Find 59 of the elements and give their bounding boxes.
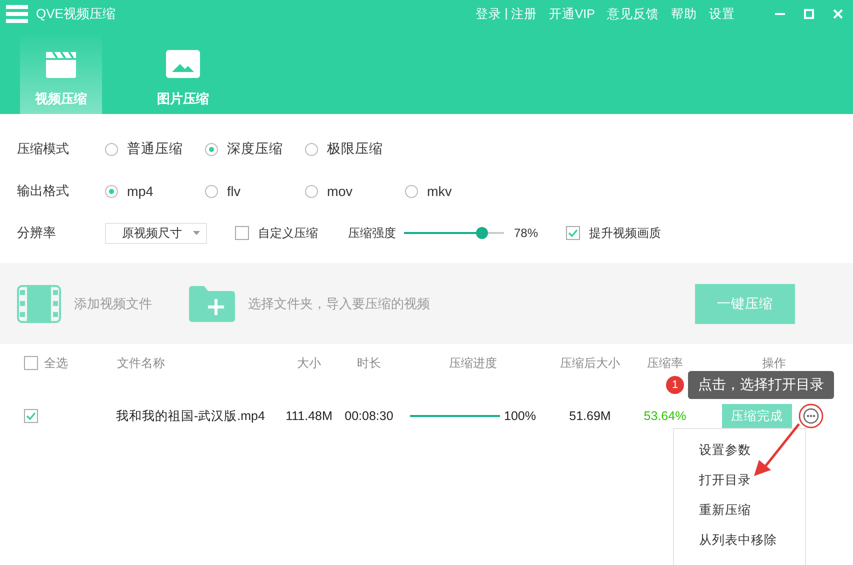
checkbox[interactable] — [24, 356, 38, 370]
radio-option[interactable]: mp4 — [105, 184, 205, 198]
column-header: 压缩后大小 — [560, 354, 620, 372]
column-header: 操作 — [762, 354, 786, 372]
menu-item[interactable]: 重新压缩 — [674, 495, 805, 525]
radio-button[interactable] — [405, 184, 418, 198]
radio-option[interactable]: 极限压缩 — [305, 140, 405, 158]
ratio-cell: 53.64% — [644, 409, 686, 423]
column-header: 压缩进度 — [449, 354, 497, 372]
column-header: 文件名称 — [116, 354, 165, 372]
radio-button[interactable] — [305, 184, 318, 198]
arrow-annotation — [752, 422, 802, 478]
tooltip-text: 点击，选择打开目录 — [688, 371, 834, 399]
logo-icon — [6, 5, 28, 23]
slider-value: 78% — [514, 226, 538, 240]
slider-thumb[interactable] — [476, 227, 488, 239]
folder-plus-icon[interactable] — [189, 286, 235, 322]
menu-item[interactable]: 打开目录 — [674, 465, 805, 495]
radio-button[interactable] — [105, 142, 118, 156]
film-icon[interactable] — [17, 284, 61, 322]
close-icon[interactable] — [833, 9, 843, 19]
radio-option[interactable]: 普通压缩 — [105, 140, 205, 158]
size-cell: 111.48M — [286, 409, 332, 423]
window-title: QVE视频压缩 — [36, 5, 116, 23]
radio-option[interactable]: mkv — [405, 184, 505, 198]
duration-cell: 00:08:30 — [344, 409, 394, 423]
file-name-cell-text: 我和我的祖国-武汉版.mp4 — [115, 408, 266, 424]
resolution-select[interactable]: 原视频尺寸 — [105, 222, 207, 244]
radio-button[interactable] — [205, 184, 218, 198]
menu-item[interactable]: 从列表中移除 — [674, 525, 805, 555]
radio-button[interactable] — [305, 142, 318, 156]
separator-text: | — [504, 6, 508, 22]
checkbox-label: 提升视频画质 — [589, 224, 662, 242]
progress-value: 100% — [504, 409, 536, 423]
clapperboard-icon — [44, 50, 78, 78]
dropdown-arrow-icon — [193, 231, 200, 235]
radio-button[interactable] — [105, 184, 118, 198]
column-header: 时长 — [357, 354, 381, 372]
column-header: 压缩率 — [647, 354, 683, 372]
radio-button[interactable] — [205, 142, 218, 156]
option-label: 压缩模式 — [17, 140, 70, 158]
slider-label: 压缩强度 — [348, 224, 396, 242]
radio-option[interactable]: mov — [305, 184, 405, 198]
radio-option[interactable]: 深度压缩 — [205, 140, 305, 158]
checkbox[interactable] — [235, 226, 249, 240]
option-label: 输出格式 — [17, 182, 70, 200]
checkbox-label: 自定义压缩 — [258, 224, 318, 242]
select-all-label: 全选 — [44, 354, 68, 372]
radio-option[interactable]: flv — [205, 184, 305, 198]
compressed-size-cell: 51.69M — [569, 409, 611, 423]
maximize-icon[interactable] — [804, 9, 814, 19]
option-label: 分辨率 — [17, 224, 57, 242]
step-badge: 1 — [666, 376, 684, 394]
more-icon[interactable] — [798, 403, 824, 429]
checkbox[interactable] — [24, 409, 38, 423]
menu-item[interactable]: 设置参数 — [674, 435, 805, 465]
checkbox[interactable] — [566, 226, 580, 240]
column-header: 大小 — [297, 354, 321, 372]
image-icon — [166, 50, 200, 78]
